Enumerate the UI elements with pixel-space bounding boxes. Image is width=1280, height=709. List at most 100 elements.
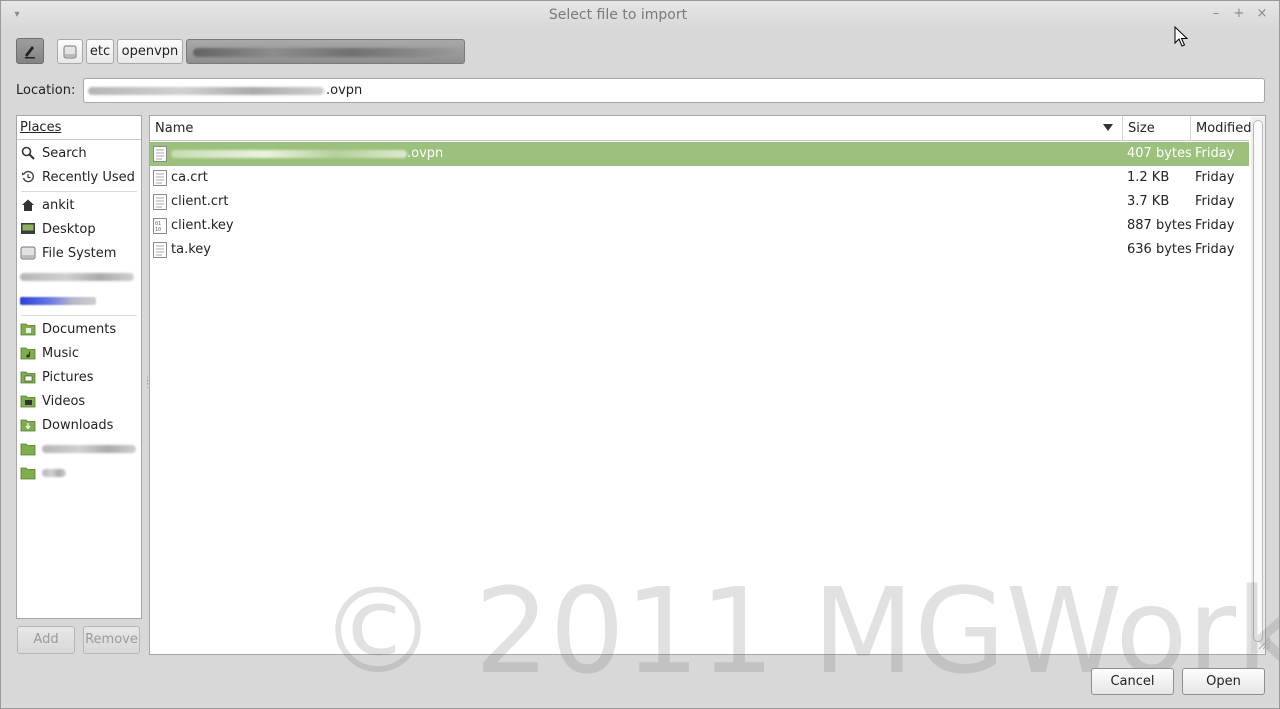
place-item-videos[interactable]: Videos <box>17 389 141 413</box>
redacted-text <box>88 87 324 95</box>
breadcrumb-root[interactable] <box>57 39 83 64</box>
column-header-name[interactable]: Name <box>150 116 1123 141</box>
place-item-home[interactable]: ankit <box>17 193 141 217</box>
file-name: client.key <box>171 218 234 233</box>
places-separator <box>21 315 137 316</box>
file-size: 636 bytes <box>1127 242 1192 257</box>
place-item-label: Desktop <box>42 221 96 237</box>
file-list-header: Name Size Modified <box>150 116 1251 141</box>
place-item-device[interactable] <box>17 265 141 289</box>
recent-icon <box>20 169 36 185</box>
redacted-text <box>20 273 134 281</box>
file-row[interactable]: .ovpn 407 bytes Friday <box>150 142 1249 166</box>
file-modified: Friday <box>1195 218 1235 233</box>
places-sidebar: Places Search Recently Used ankit Deskto… <box>16 115 142 619</box>
place-item-label: Pictures <box>42 369 94 385</box>
text-file-icon <box>153 194 167 210</box>
file-list: Name Size Modified .ovpn 407 bytes Frida… <box>149 115 1266 655</box>
pictures-folder-icon <box>20 369 36 385</box>
maximize-icon[interactable]: + <box>1230 5 1248 23</box>
redacted-text <box>193 48 459 57</box>
file-name: ca.crt <box>171 170 208 185</box>
file-row[interactable]: client.crt 3.7 KB Friday <box>150 190 1249 214</box>
column-header-size[interactable]: Size <box>1123 116 1191 141</box>
place-item-bookmark[interactable] <box>17 461 141 485</box>
documents-folder-icon <box>20 321 36 337</box>
scrollbar-thumb[interactable] <box>1253 120 1263 642</box>
place-item-label: File System <box>42 245 117 261</box>
pencil-icon <box>25 46 35 59</box>
column-header-modified[interactable]: Modified <box>1191 116 1251 141</box>
pane-splitter[interactable]: ⋮ ⋮ <box>143 377 152 391</box>
music-folder-icon <box>20 345 36 361</box>
harddisk-icon <box>63 45 77 59</box>
binary-file-icon: 0110 <box>153 218 167 234</box>
file-name: .ovpn <box>171 142 443 166</box>
downloads-folder-icon <box>20 417 36 433</box>
home-icon <box>20 197 36 213</box>
file-row[interactable]: ta.key 636 bytes Friday <box>150 238 1249 262</box>
file-modified: Friday <box>1195 170 1235 185</box>
videos-folder-icon <box>20 393 36 409</box>
place-item-label: Documents <box>42 321 117 337</box>
place-item-downloads[interactable]: Downloads <box>17 413 141 437</box>
edit-path-button[interactable] <box>16 38 44 64</box>
folder-icon <box>20 465 36 481</box>
file-name: ta.key <box>171 242 211 257</box>
mouse-cursor-icon <box>1174 26 1188 47</box>
open-button[interactable]: Open <box>1182 668 1265 695</box>
window-title: Select file to import <box>548 7 688 23</box>
place-item-file-system[interactable]: File System <box>17 241 141 265</box>
place-item-label: Music <box>42 345 79 361</box>
resize-grip-icon[interactable] <box>1257 621 1271 651</box>
place-item-bookmark[interactable] <box>17 437 141 461</box>
place-item-documents[interactable]: Documents <box>17 317 141 341</box>
cancel-button[interactable]: Cancel <box>1091 668 1174 695</box>
place-item-pictures[interactable]: Pictures <box>17 365 141 389</box>
place-item-label: Videos <box>42 393 86 409</box>
redacted-text <box>171 149 407 158</box>
title-bar[interactable]: ▾ Select file to import – + × <box>1 1 1279 29</box>
file-name: client.crt <box>171 194 229 209</box>
place-item-desktop[interactable]: Desktop <box>17 217 141 241</box>
place-item-label: Search <box>42 145 87 161</box>
breadcrumb-etc[interactable]: etc <box>86 39 114 64</box>
places-separator <box>21 191 137 192</box>
redacted-text <box>42 445 136 453</box>
place-item-label: Recently Used <box>42 169 135 185</box>
place-item-music[interactable]: Music <box>17 341 141 365</box>
text-file-icon <box>153 146 167 162</box>
file-size: 887 bytes <box>1127 218 1192 233</box>
places-header[interactable]: Places <box>17 116 141 140</box>
place-item-search[interactable]: Search <box>17 141 141 165</box>
add-bookmark-button[interactable]: Add <box>17 626 75 654</box>
location-input[interactable]: .ovpn <box>83 78 1265 103</box>
file-size: 1.2 KB <box>1127 170 1170 185</box>
place-item-label: Downloads <box>42 417 114 433</box>
text-file-icon <box>153 242 167 258</box>
minimize-icon[interactable]: – <box>1207 5 1225 23</box>
harddisk-icon <box>20 245 36 261</box>
file-modified: Friday <box>1195 194 1235 209</box>
place-item-network[interactable] <box>17 289 141 313</box>
folder-icon <box>20 441 36 457</box>
place-item-label: ankit <box>42 197 75 213</box>
file-modified: Friday <box>1195 146 1235 161</box>
file-modified: Friday <box>1195 242 1235 257</box>
breadcrumb-current-folder[interactable] <box>186 39 465 64</box>
close-icon[interactable]: × <box>1253 5 1271 23</box>
svg-text:10: 10 <box>155 227 161 233</box>
sort-descending-icon <box>1103 124 1113 131</box>
search-icon <box>20 145 36 161</box>
location-label: Location: <box>16 83 76 98</box>
remove-bookmark-button[interactable]: Remove <box>83 626 140 654</box>
file-row[interactable]: 01 10 client.key 887 bytes Friday <box>150 214 1249 238</box>
file-size: 407 bytes <box>1127 146 1192 161</box>
redacted-text <box>20 297 96 305</box>
desktop-icon <box>20 221 36 237</box>
place-item-recently-used[interactable]: Recently Used <box>17 165 141 189</box>
location-value: .ovpn <box>326 83 363 98</box>
breadcrumb-openvpn[interactable]: openvpn <box>117 39 183 64</box>
text-file-icon <box>153 170 167 186</box>
file-row[interactable]: ca.crt 1.2 KB Friday <box>150 166 1249 190</box>
